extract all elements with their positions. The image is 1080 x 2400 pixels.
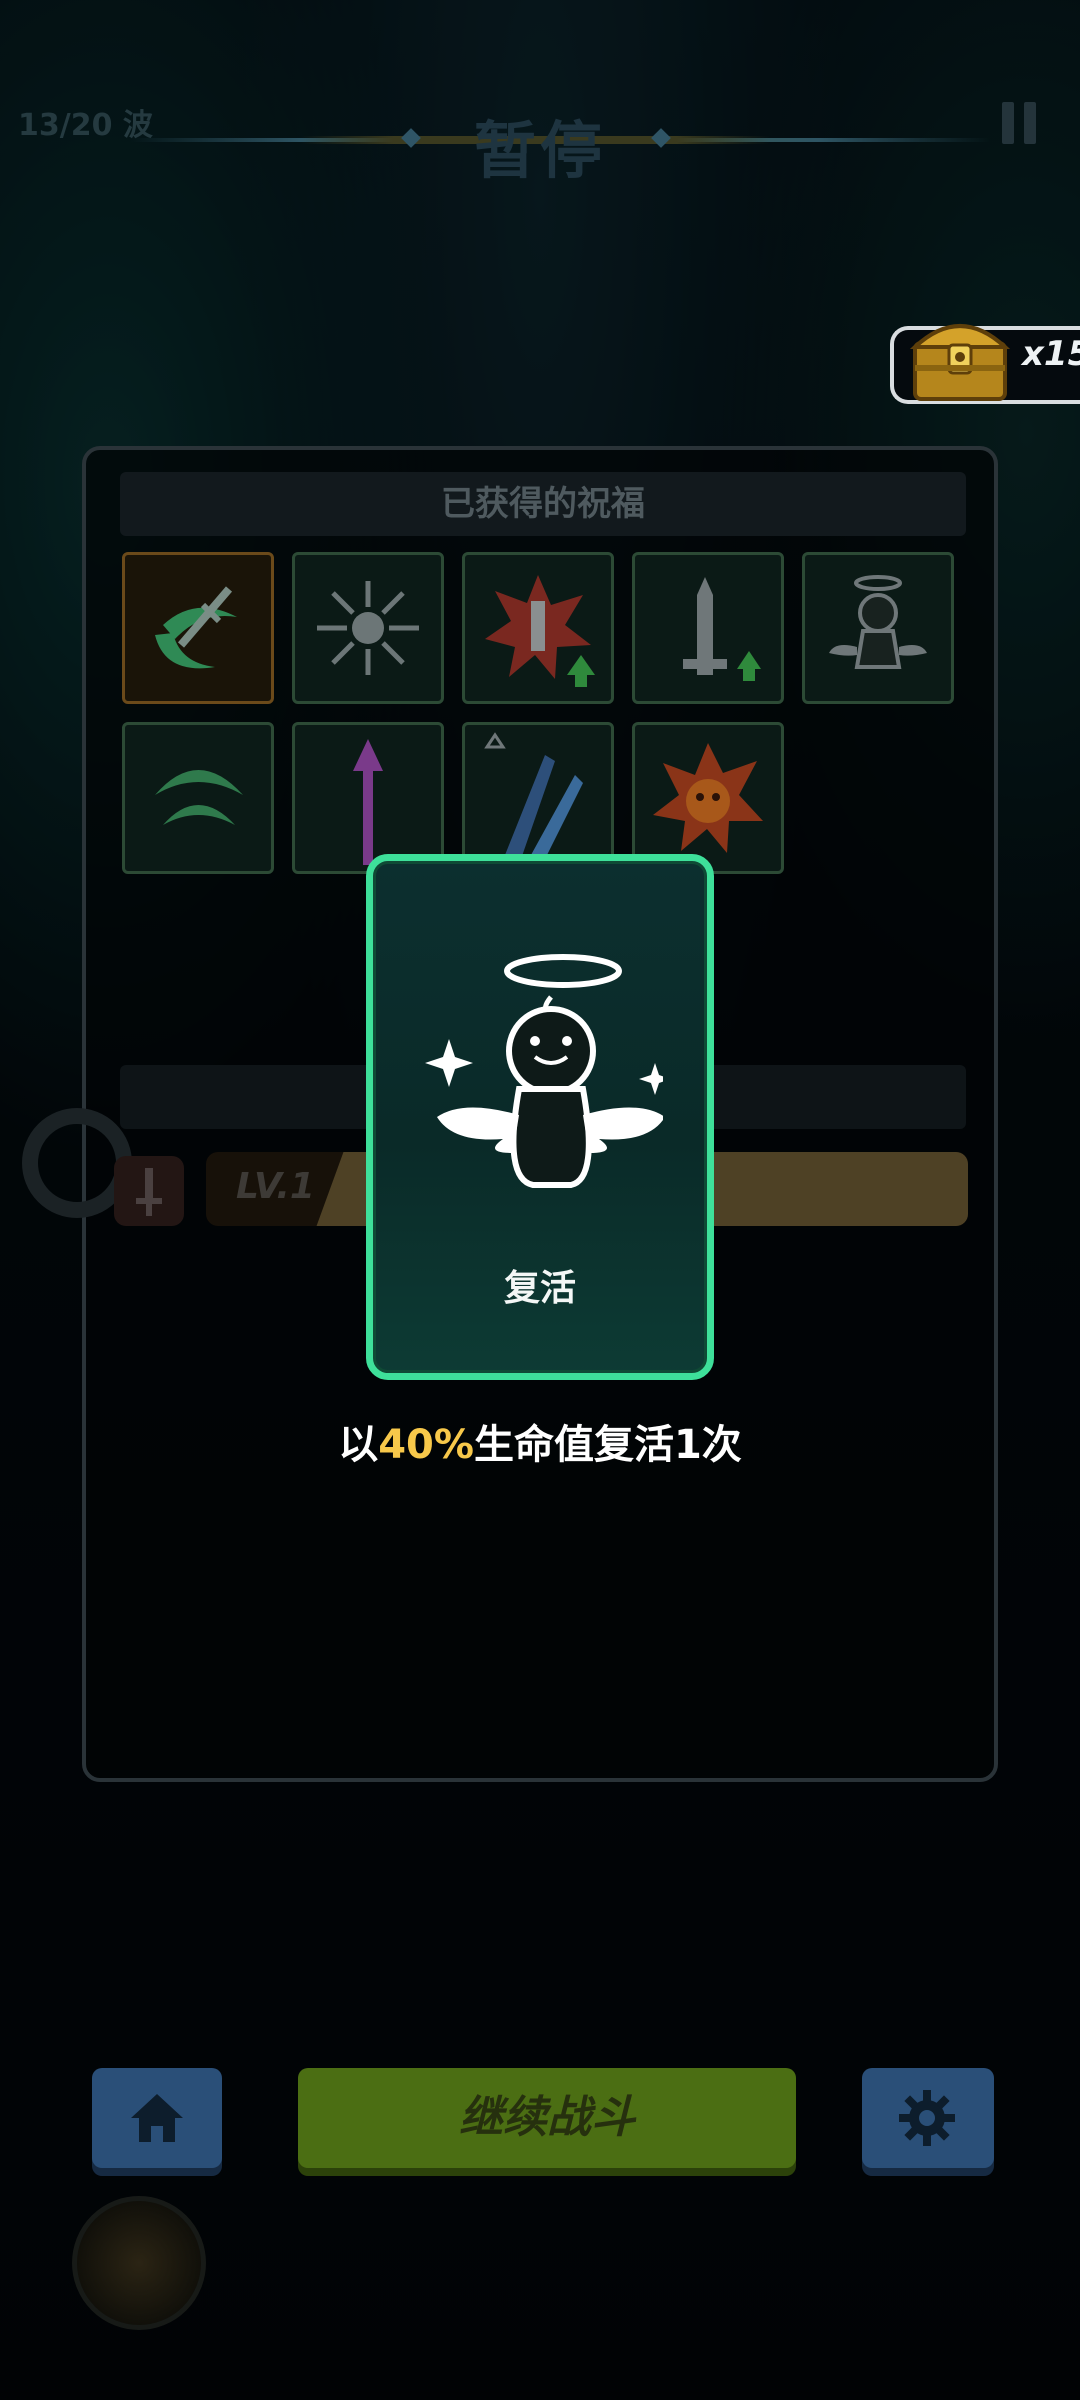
- settings-button[interactable]: [862, 2068, 994, 2168]
- pause-icon[interactable]: [1002, 102, 1038, 144]
- blessing-tile-split-arrows[interactable]: [292, 552, 444, 704]
- spinning-sword-icon: [155, 586, 237, 669]
- sword-icon: [136, 1168, 162, 1216]
- blessing-detail-card[interactable]: 复活: [366, 854, 714, 1380]
- treasure-chest-icon: [909, 324, 1011, 401]
- angel-revive-icon: [829, 575, 927, 669]
- atk-sword-up-icon: [683, 577, 761, 681]
- continue-battle-button[interactable]: 继续战斗: [298, 2068, 796, 2168]
- blessing-tile-atk-up[interactable]: [632, 552, 784, 704]
- page-title: 暂停: [473, 114, 606, 187]
- split-arrows-icon: [317, 581, 419, 675]
- card-description-highlight: 40%: [378, 1422, 474, 1468]
- weapon-level-label: LV.1: [236, 1166, 315, 1207]
- gear-icon: [899, 2090, 955, 2146]
- green-crescent-icon: [155, 770, 243, 825]
- angel-revive-icon: [425, 954, 663, 1188]
- skull-explosion-icon: [653, 743, 763, 853]
- blessing-tile-crescent[interactable]: [122, 722, 274, 874]
- blessings-title: 已获得的祝福: [120, 472, 966, 536]
- chest-count: x15: [1022, 334, 1080, 374]
- home-button[interactable]: [92, 2068, 222, 2168]
- blessing-tile-explosion-attack[interactable]: [462, 552, 614, 704]
- blessing-tile-angel-revive[interactable]: [802, 552, 954, 704]
- home-icon: [131, 2094, 183, 2142]
- blessing-tile-crystal-shards[interactable]: [462, 722, 614, 874]
- hero-avatar[interactable]: [72, 2196, 206, 2330]
- blessing-tile-skull-explosion[interactable]: [632, 722, 784, 874]
- blessing-tile-purple-arrow[interactable]: [292, 722, 444, 874]
- card-title: 复活: [503, 1268, 576, 1309]
- blessing-tile-spinning-sword[interactable]: [122, 552, 274, 704]
- weapon-icon: [114, 1156, 184, 1226]
- card-description: 以40%生命值复活1次: [338, 1422, 742, 1468]
- purple-arrow-icon: [353, 739, 383, 865]
- explosion-attack-up-icon: [485, 575, 595, 687]
- crystal-shards-icon: [484, 732, 583, 859]
